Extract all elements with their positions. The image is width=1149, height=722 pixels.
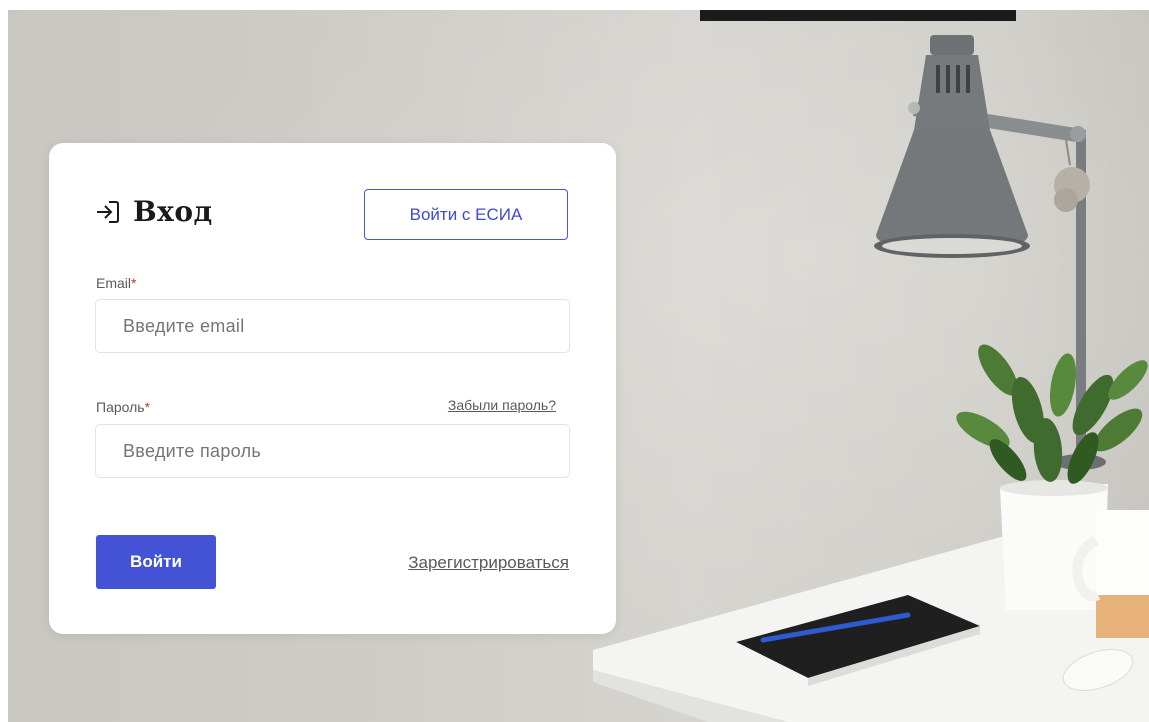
lamp-head: [874, 35, 1030, 258]
login-submit-button[interactable]: Войти: [96, 535, 216, 589]
password-input[interactable]: [95, 424, 570, 478]
register-link[interactable]: Зарегистрироваться: [357, 553, 569, 573]
password-label: Пароль*: [96, 399, 151, 415]
page-title: Вход: [133, 195, 213, 228]
plant-leaves: [956, 344, 1148, 484]
email-label: Email*: [96, 275, 137, 291]
login-header: Вход: [95, 195, 213, 228]
forgot-password-link[interactable]: Забыли пароль?: [415, 397, 556, 413]
email-input[interactable]: [95, 299, 570, 353]
login-card: Вход Войти с ЕСИА Email* Пароль* Забыли …: [49, 143, 616, 634]
esia-login-button[interactable]: Войти с ЕСИА: [364, 189, 568, 240]
required-mark: *: [144, 399, 151, 415]
required-mark: *: [131, 275, 137, 291]
login-arrow-icon: [95, 199, 121, 225]
